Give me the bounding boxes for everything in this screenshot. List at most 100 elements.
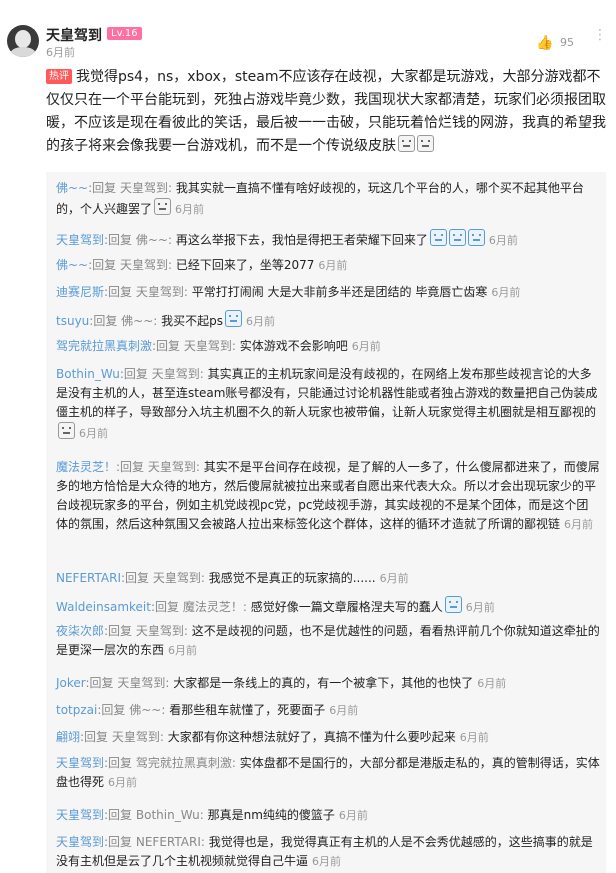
reply-connector: :回复 (116, 460, 148, 474)
emoji-icon (444, 596, 462, 613)
reply-target-username[interactable]: Bothin_Wu: (136, 808, 208, 822)
reply-text: 平常打打闹闹 大是大非前多半还是团结的 毕竟唇亡齿寒 (191, 285, 488, 299)
reply-time: 6月前 (312, 855, 342, 868)
reply-username[interactable]: tsuyu (56, 314, 89, 328)
emoji-mouth (472, 239, 480, 241)
reply-connector: :回复 (85, 676, 118, 690)
reply-target-username[interactable]: 佛~~: (136, 233, 176, 247)
reply-target-username[interactable]: 佛~~: (129, 703, 169, 717)
reply-connector: :回复 (88, 181, 120, 195)
avatar[interactable] (7, 25, 39, 57)
reply-text: 大家都是一条线上的真的，有一个被拿下，其他的也快了 (173, 676, 474, 690)
reply-username[interactable]: Waldeinsamkeit (56, 600, 151, 614)
reply-item: Waldeinsamkeit:回复 魔法灵芝！: 感觉好像一篇文章履格涅夫写的蠢… (56, 596, 600, 617)
reply-item: 天皇驾到:回复 驾完就拉黑真刺激: 实体盘都不是国行的，大部分都是港版走私的，真… (56, 754, 600, 792)
emoji-mouth (434, 239, 442, 241)
sticker-emoji-icon (58, 422, 75, 439)
reply-text: 我买不起ps (161, 314, 223, 328)
reply-connector: :回复 (88, 258, 120, 272)
reply-username[interactable]: 翩翊 (56, 730, 80, 744)
reply-target-username[interactable]: 佛~~: (121, 314, 161, 328)
reply-connector: :回复 (119, 367, 152, 381)
sticker-emoji-icon (398, 135, 415, 152)
reply-target-username[interactable]: 天皇驾到: (112, 730, 168, 744)
reply-username[interactable]: 佛~~ (56, 181, 88, 195)
reply-target-username[interactable]: 天皇驾到: (117, 676, 173, 690)
reply-text: 再这么举报下去，我怕是得把王者荣耀下回来了 (175, 233, 428, 247)
reply-target-username[interactable]: 天皇驾到: (184, 339, 240, 353)
thumbs-up-icon[interactable]: 👍 (536, 35, 553, 51)
reply-connector: :回复 (97, 703, 130, 717)
reply-time: 6月前 (477, 677, 507, 690)
reply-time: 6月前 (318, 259, 348, 272)
avatar-face (15, 30, 31, 48)
avatar-body (10, 47, 36, 57)
reply-target-username[interactable]: 天皇驾到: (148, 460, 204, 474)
emoji-mouth (63, 432, 70, 434)
reply-item: 魔法灵芝！:回复 天皇驾到: 其实不是平台间存在歧视，是了解的人一多了，什么傻屌… (56, 458, 600, 534)
emoji-icon (429, 229, 447, 246)
reply-connector: :回复 (104, 756, 136, 770)
comment-time: 6月前 (46, 46, 75, 59)
username[interactable]: 天皇驾到 (46, 25, 102, 45)
reply-username[interactable]: 迪赛尼斯 (56, 285, 104, 299)
reply-connector: :回复 (104, 624, 136, 638)
reply-time: 6月前 (338, 809, 368, 822)
hot-comment-badge: 热评 (46, 69, 72, 84)
reply-username[interactable]: 天皇驾到 (56, 233, 104, 247)
reply-target-username[interactable]: 天皇驾到: (136, 285, 192, 299)
reply-username[interactable]: 魔法灵芝！ (56, 460, 116, 474)
reply-target-username[interactable]: 天皇驾到: (152, 367, 208, 381)
reply-username[interactable]: 驾完就拉黑真刺激 (56, 339, 152, 353)
reply-time: 6月前 (329, 704, 359, 717)
reply-connector: :回复 (104, 233, 136, 247)
reply-time: 6月前 (351, 340, 381, 353)
reply-username[interactable]: 夜柒次郎 (56, 624, 104, 638)
reply-username[interactable]: 天皇驾到 (56, 756, 104, 770)
reply-username[interactable]: Bothin_Wu (56, 367, 120, 381)
reply-time: 6月前 (79, 427, 108, 440)
reply-connector: :回复 (80, 730, 112, 744)
reply-time: 6月前 (488, 234, 518, 247)
reply-time: 6月前 (175, 203, 205, 216)
reply-text: 已经下回来了，坐等2077 (175, 258, 315, 272)
reply-username[interactable]: totpzai (56, 703, 97, 717)
reply-username[interactable]: NEFERTARI (56, 571, 121, 585)
reply-target-username[interactable]: 天皇驾到: (153, 571, 209, 585)
reply-target-username[interactable]: NEFERTARI: (136, 835, 209, 849)
reply-text: 我感觉不是真正的玩家搞的...... (208, 571, 376, 585)
reply-item: tsuyu:回复 佛~~: 我买不起ps 6月前 (56, 310, 600, 331)
reply-item: 夜柒次郎:回复 天皇驾到: 这不是歧视的问题，也不是优越性的问题，看看热评前几个… (56, 622, 600, 660)
reply-time: 6月前 (465, 601, 495, 614)
emoji-icon (467, 229, 485, 246)
reply-target-username[interactable]: 天皇驾到: (120, 258, 176, 272)
comment-body: 热评 我觉得ps4，ns，xbox，steam不应该存在歧视，大家都是玩游戏，大部… (46, 66, 606, 158)
reply-item: 翩翊:回复 天皇驾到: 大家都有你这种想法就好了，真搞不懂为什么要吵起来 6月前 (56, 728, 600, 747)
emoji-mouth (449, 606, 457, 608)
emoji-mouth (453, 239, 461, 241)
reply-time: 6月前 (168, 644, 198, 657)
reply-item: 佛~~:回复 天皇驾到: 我其实就一直搞不懂有啥好歧视的，玩这几个平台的人，哪个… (56, 179, 600, 219)
reply-item: 天皇驾到:回复 NEFERTARI: 我觉得也是，我觉得真正有主机的人是不会秀优… (56, 833, 600, 871)
reply-target-username[interactable]: 天皇驾到: (120, 181, 176, 195)
reply-item: Joker:回复 天皇驾到: 大家都是一条线上的真的，有一个被拿下，其他的也快了… (56, 674, 600, 693)
reply-username[interactable]: 佛~~ (56, 258, 88, 272)
reply-time: 6月前 (564, 518, 594, 531)
reply-item: totpzai:回复 佛~~: 看那些租车就懂了，死要面子 6月前 (56, 701, 600, 720)
reply-target-username[interactable]: 驾完就拉黑真刺激: (136, 756, 240, 770)
level-badge: Lv.16 (107, 27, 142, 40)
reply-connector: :回复 (121, 571, 153, 585)
more-icon[interactable]: ⋮ (593, 28, 607, 42)
reply-item: 天皇驾到:回复 佛~~: 再这么举报下去，我怕是得把王者荣耀下回来了 6月前 (56, 229, 600, 250)
reply-username[interactable]: 天皇驾到 (56, 835, 104, 849)
emoji-icon (448, 229, 466, 246)
reply-target-username[interactable]: 天皇驾到: (136, 624, 192, 638)
reply-text: 实体游戏不会影响吧 (239, 339, 348, 353)
reply-connector: :回复 (104, 808, 136, 822)
reply-time: 6月前 (491, 286, 521, 299)
reply-username[interactable]: 天皇驾到 (56, 808, 104, 822)
reply-connector: :回复 (104, 285, 136, 299)
reply-username[interactable]: Joker (56, 676, 86, 690)
reply-target-username[interactable]: 魔法灵芝！: (183, 600, 251, 614)
reply-item: 佛~~:回复 天皇驾到: 已经下回来了，坐等2077 6月前 (56, 256, 600, 275)
